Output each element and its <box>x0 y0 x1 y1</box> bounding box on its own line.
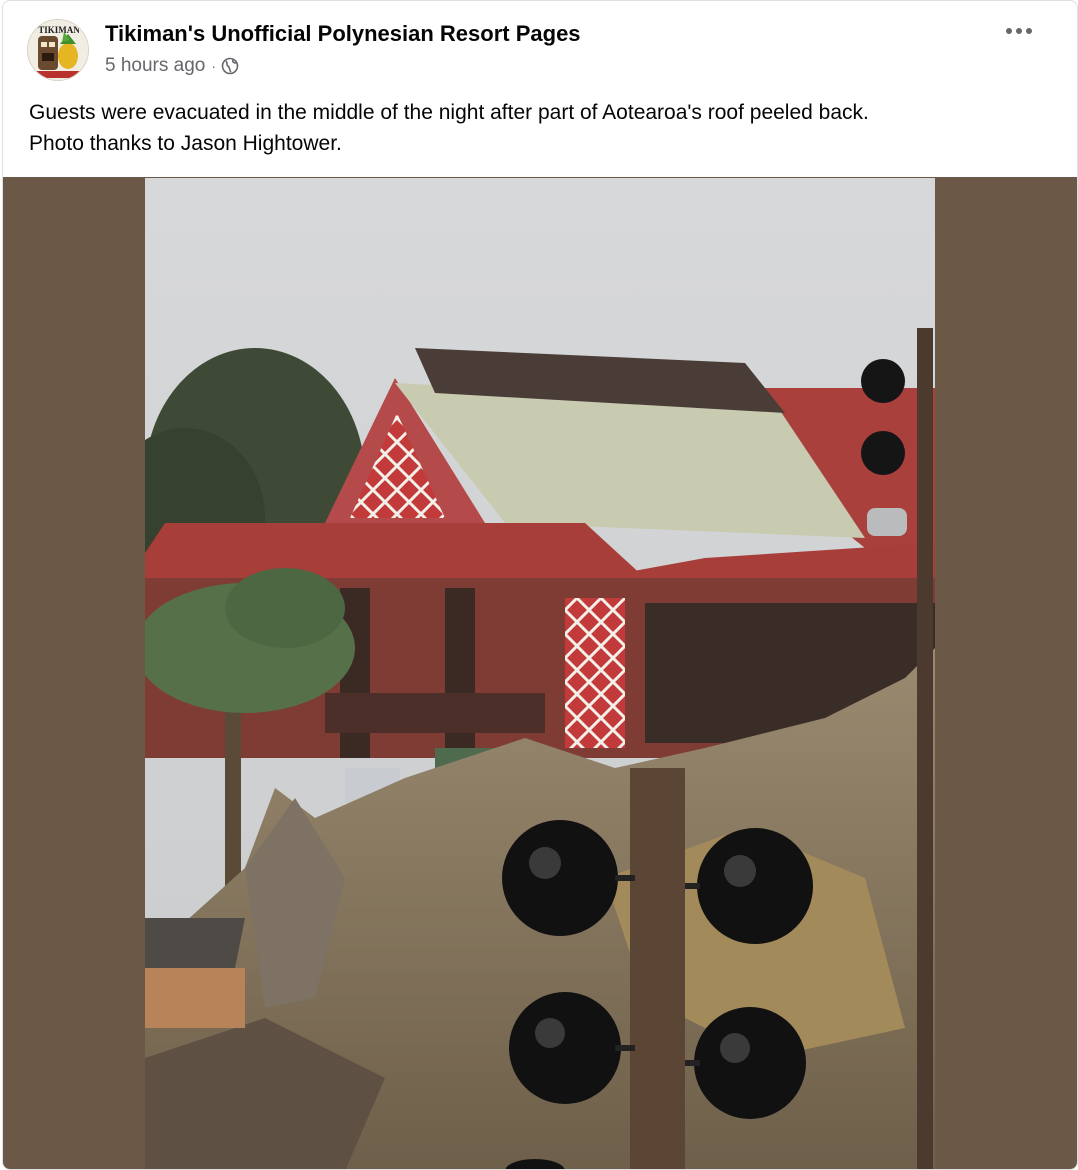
more-options-icon <box>1006 28 1032 34</box>
post-photo[interactable] <box>145 178 935 1169</box>
post-header: TIKIMAN Tikiman's Unofficial Polynesian … <box>27 19 1077 81</box>
svg-text:TIKIMAN: TIKIMAN <box>38 25 80 35</box>
post-text-line-1: Guests were evacuated in the middle of t… <box>29 101 869 124</box>
post-card: TIKIMAN Tikiman's Unofficial Polynesian … <box>2 0 1078 1170</box>
globe-icon[interactable] <box>221 57 239 75</box>
post-media[interactable] <box>3 177 1077 1169</box>
post-text: Guests were evacuated in the middle of t… <box>29 97 1039 159</box>
post-text-line-2: Photo thanks to Jason Hightower. <box>29 132 342 155</box>
post-timestamp[interactable]: 5 hours ago <box>105 55 205 77</box>
resort-photo <box>145 178 935 1169</box>
post-meta: 5 hours ago · <box>105 55 239 77</box>
meta-separator: · <box>211 58 217 74</box>
tikiman-logo: TIKIMAN <box>28 20 88 80</box>
page-avatar[interactable]: TIKIMAN <box>27 19 89 81</box>
page-name-link[interactable]: Tikiman's Unofficial Polynesian Resort P… <box>105 21 581 47</box>
more-options-button[interactable] <box>1001 19 1037 43</box>
